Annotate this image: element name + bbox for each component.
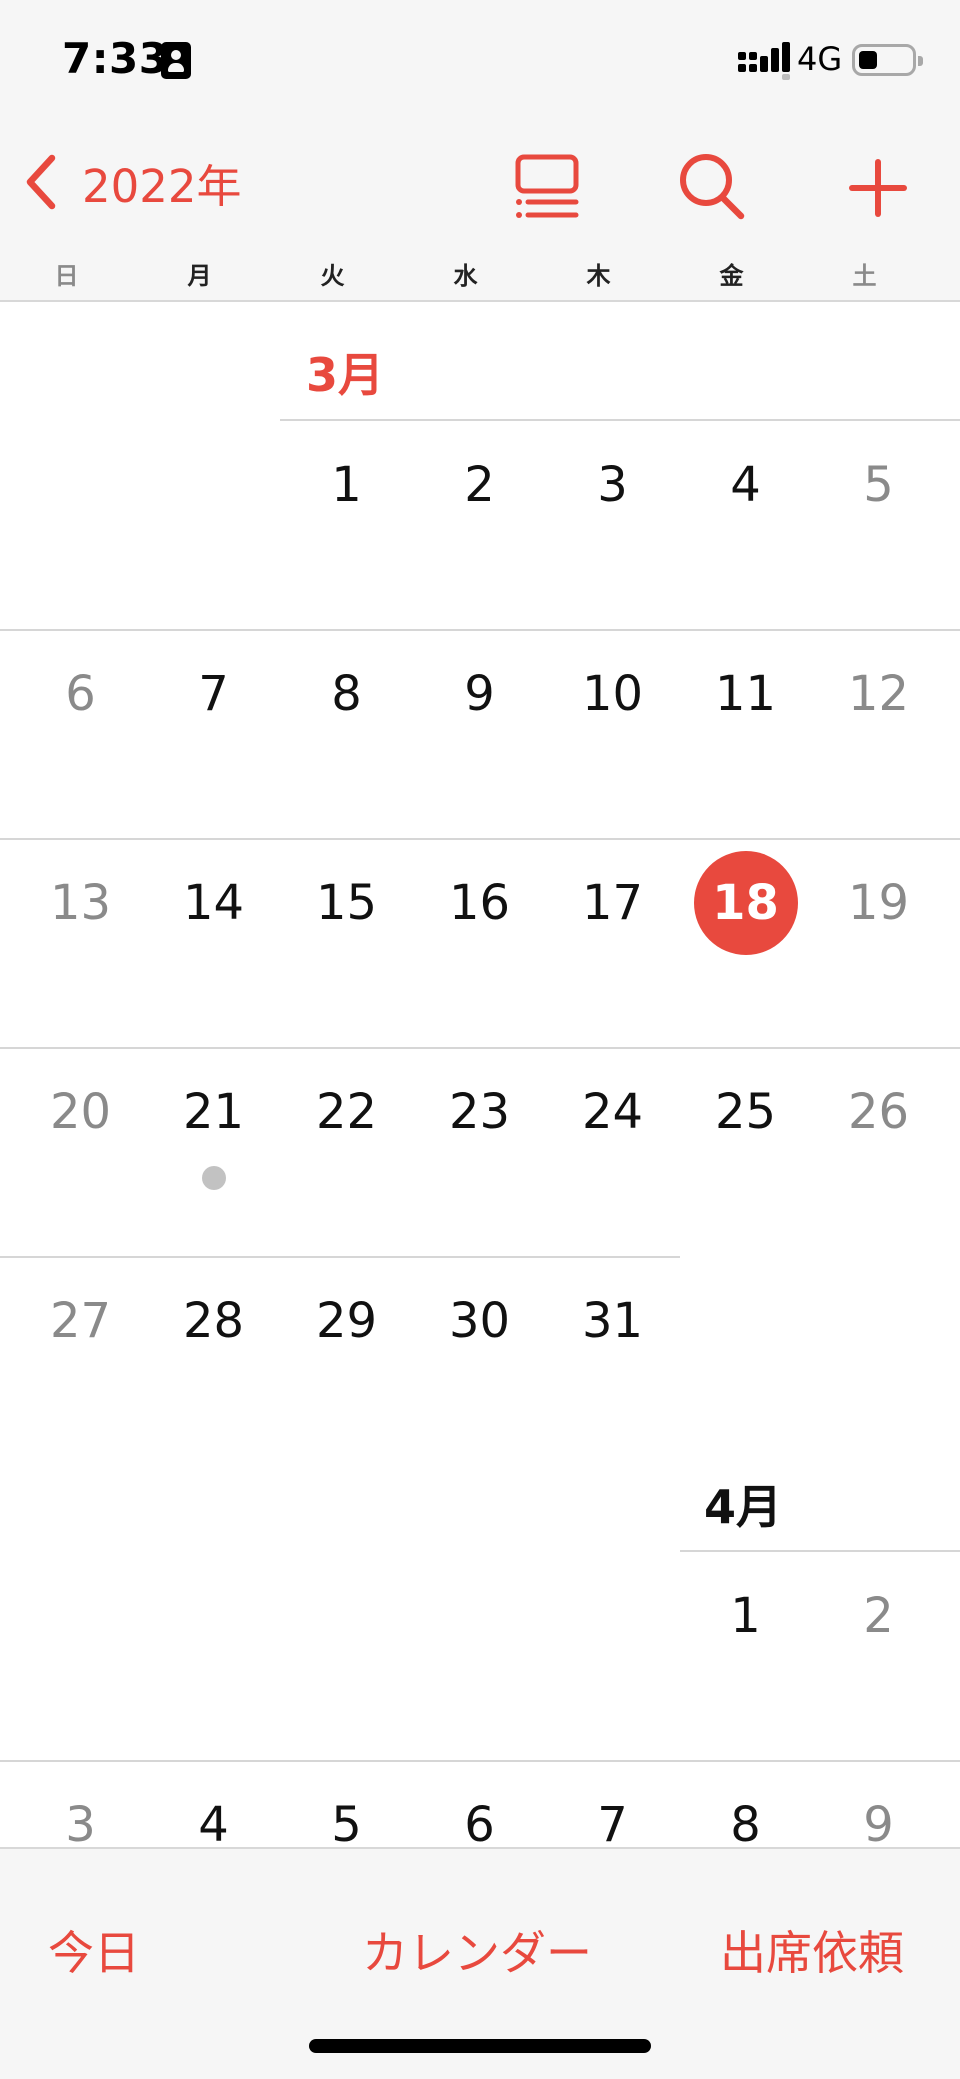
day-cell[interactable]: 19	[812, 863, 945, 943]
plus-icon[interactable]	[838, 148, 918, 228]
signal-icon	[738, 42, 790, 80]
day-cell[interactable]: 2	[413, 445, 546, 525]
weekday-sat: 土	[852, 262, 877, 290]
day-cell[interactable]: 27	[14, 1281, 147, 1361]
day-cell[interactable]: 3	[14, 1785, 147, 1847]
day-cell[interactable]: 14	[147, 863, 280, 943]
inbox-tab[interactable]: 出席依頼	[720, 1917, 904, 1983]
week-divider	[0, 1256, 680, 1258]
day-cell[interactable]: 10	[546, 654, 679, 734]
day-cell[interactable]: 4	[147, 1785, 280, 1847]
day-cell[interactable]: 23	[413, 1072, 546, 1152]
home-indicator	[309, 2039, 651, 2053]
event-dot	[201, 1166, 226, 1190]
month-calendar: 3月 1 2 3 4 5 6 7 8 9 10 11 12 13 14 15 16 17 18 19 20 21 22 23 2…	[0, 303, 960, 1847]
week-divider	[0, 1047, 960, 1049]
day-cell[interactable]: 3	[546, 445, 679, 525]
day-cell[interactable]: 30	[413, 1281, 546, 1361]
day-cell[interactable]: 21	[147, 1072, 280, 1152]
list-view-icon[interactable]	[508, 148, 588, 228]
network-label: 4G	[797, 40, 843, 78]
month-label: 3月	[306, 348, 385, 402]
day-cell[interactable]: 1	[280, 445, 413, 525]
day-cell[interactable]: 6	[14, 654, 147, 734]
status-bar: 7:33 4G	[0, 0, 960, 120]
day-cell[interactable]: 2	[812, 1576, 945, 1656]
week-divider	[0, 838, 960, 840]
day-cell[interactable]: 12	[812, 654, 945, 734]
weekday-tue: 火	[320, 262, 345, 290]
chevron-left-icon	[26, 154, 56, 210]
week-divider	[680, 1550, 960, 1552]
today-tab[interactable]: 今日	[48, 1917, 140, 1983]
weekday-mon: 月	[187, 262, 212, 290]
weekday-fri: 金	[719, 262, 744, 290]
day-cell[interactable]: 1	[679, 1576, 812, 1656]
calendars-tab[interactable]: カレンダー	[362, 1917, 592, 1983]
month-label: 4月	[704, 1480, 783, 1534]
weekday-sun: 日	[54, 262, 79, 290]
day-cell[interactable]: 13	[14, 863, 147, 943]
day-cell[interactable]: 24	[546, 1072, 679, 1152]
day-cell[interactable]: 7	[546, 1785, 679, 1847]
week-divider	[0, 629, 960, 631]
battery-icon	[852, 44, 923, 76]
day-cell[interactable]: 25	[679, 1072, 812, 1152]
day-cell[interactable]: 22	[280, 1072, 413, 1152]
day-cell[interactable]: 5	[280, 1785, 413, 1847]
day-cell[interactable]: 11	[679, 654, 812, 734]
week-divider	[280, 419, 960, 421]
day-cell[interactable]: 4	[679, 445, 812, 525]
nav-bar: 2022年 日 月 火 水 木 金 土	[0, 120, 960, 302]
day-cell[interactable]: 28	[147, 1281, 280, 1361]
weekday-wed: 水	[453, 262, 478, 290]
search-icon[interactable]	[673, 148, 753, 228]
back-to-year-button[interactable]: 2022年	[22, 142, 242, 222]
status-time: 7:33	[62, 34, 169, 83]
day-cell[interactable]: 17	[546, 863, 679, 943]
contact-card-icon	[161, 42, 191, 79]
day-cell[interactable]: 9	[413, 654, 546, 734]
day-cell[interactable]: 8	[679, 1785, 812, 1847]
day-cell[interactable]: 8	[280, 654, 413, 734]
day-cell[interactable]: 6	[413, 1785, 546, 1847]
day-cell-today[interactable]: 18	[679, 863, 812, 943]
day-cell[interactable]: 26	[812, 1072, 945, 1152]
week-divider	[0, 1760, 960, 1762]
day-cell[interactable]: 29	[280, 1281, 413, 1361]
day-cell[interactable]: 20	[14, 1072, 147, 1152]
day-cell[interactable]: 31	[546, 1281, 679, 1361]
day-cell[interactable]: 15	[280, 863, 413, 943]
tab-bar: 今日 カレンダー 出席依頼	[0, 1847, 960, 2079]
day-cell[interactable]: 7	[147, 654, 280, 734]
day-cell[interactable]: 5	[812, 445, 945, 525]
day-cell[interactable]: 9	[812, 1785, 945, 1847]
weekday-thu: 木	[586, 262, 611, 290]
day-cell[interactable]: 16	[413, 863, 546, 943]
weekday-header: 日 月 火 水 木 金 土	[0, 256, 960, 294]
back-button-label: 2022年	[82, 159, 242, 213]
